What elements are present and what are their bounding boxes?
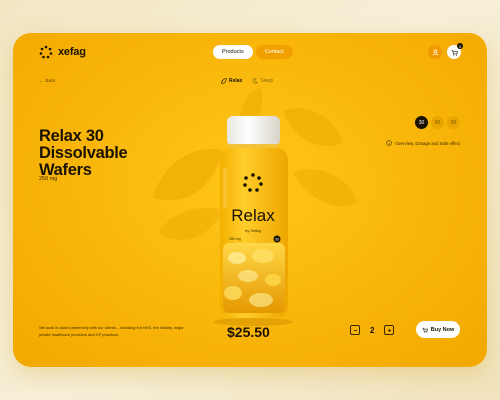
logo-ring-icon [39, 45, 53, 59]
account-button[interactable] [428, 45, 442, 59]
plus-icon [387, 328, 391, 332]
product-card: xefag Products Contact 0 ← Back Relax Sl… [13, 33, 487, 367]
bottle-label-count: 30 [275, 238, 279, 242]
quantity-value: 2 [370, 325, 375, 335]
tab-sleep-label: Sleep [260, 78, 274, 84]
buy-now-label: Buy Now [430, 326, 455, 333]
variant-tabs: Relax Sleep [221, 78, 273, 84]
user-icon [432, 49, 438, 55]
product-title: Relax 30 Dissolvable Wafers [39, 127, 128, 179]
header-actions: 0 [428, 43, 463, 59]
product-bottle: Relax by Xefag 250 mg 30 [173, 108, 333, 328]
info-label: Overview, Dosage and Side effect [395, 140, 460, 146]
back-label: Back [45, 78, 56, 83]
tab-sleep[interactable]: Sleep [252, 78, 273, 84]
brand-logo[interactable]: xefag [39, 45, 86, 59]
bottle-label-dose: 250 mg [229, 237, 241, 241]
nav-contact[interactable]: Contact [255, 45, 293, 59]
cart-count-badge: 0 [457, 43, 463, 49]
info-icon [386, 140, 393, 146]
back-link[interactable]: ← Back [39, 78, 56, 83]
bottle-label-name: Relax [231, 206, 275, 225]
tab-relax[interactable]: Relax [221, 78, 242, 84]
cart-icon [451, 49, 458, 56]
brand-name: xefag [58, 46, 86, 58]
product-price: $25.50 [227, 324, 270, 340]
quantity-stepper: 2 [350, 325, 395, 335]
info-link[interactable]: Overview, Dosage and Side effect [386, 140, 460, 146]
product-description: We work in close partnership with our cl… [39, 325, 184, 337]
product-dose: 250 mg [39, 176, 58, 182]
increase-button[interactable] [384, 325, 395, 335]
count-selector: 30 60 90 [415, 116, 460, 129]
count-option-30[interactable]: 30 [415, 116, 428, 129]
count-option-90[interactable]: 90 [447, 116, 460, 129]
arrow-left-icon: ← [39, 78, 44, 83]
buy-now-button[interactable]: Buy Now [416, 321, 460, 338]
cart-icon [422, 327, 428, 333]
leaf-icon [221, 78, 227, 84]
count-option-60[interactable]: 60 [431, 116, 444, 129]
tab-relax-label: Relax [229, 78, 243, 84]
nav-products[interactable]: Products [213, 45, 253, 59]
cart-button[interactable]: 0 [447, 43, 463, 59]
decrease-button[interactable] [350, 325, 360, 335]
main-nav: Products Contact [213, 45, 293, 59]
minus-icon [353, 329, 357, 331]
moon-icon [253, 78, 259, 84]
bottle-label-by: by Xefag [245, 228, 261, 233]
